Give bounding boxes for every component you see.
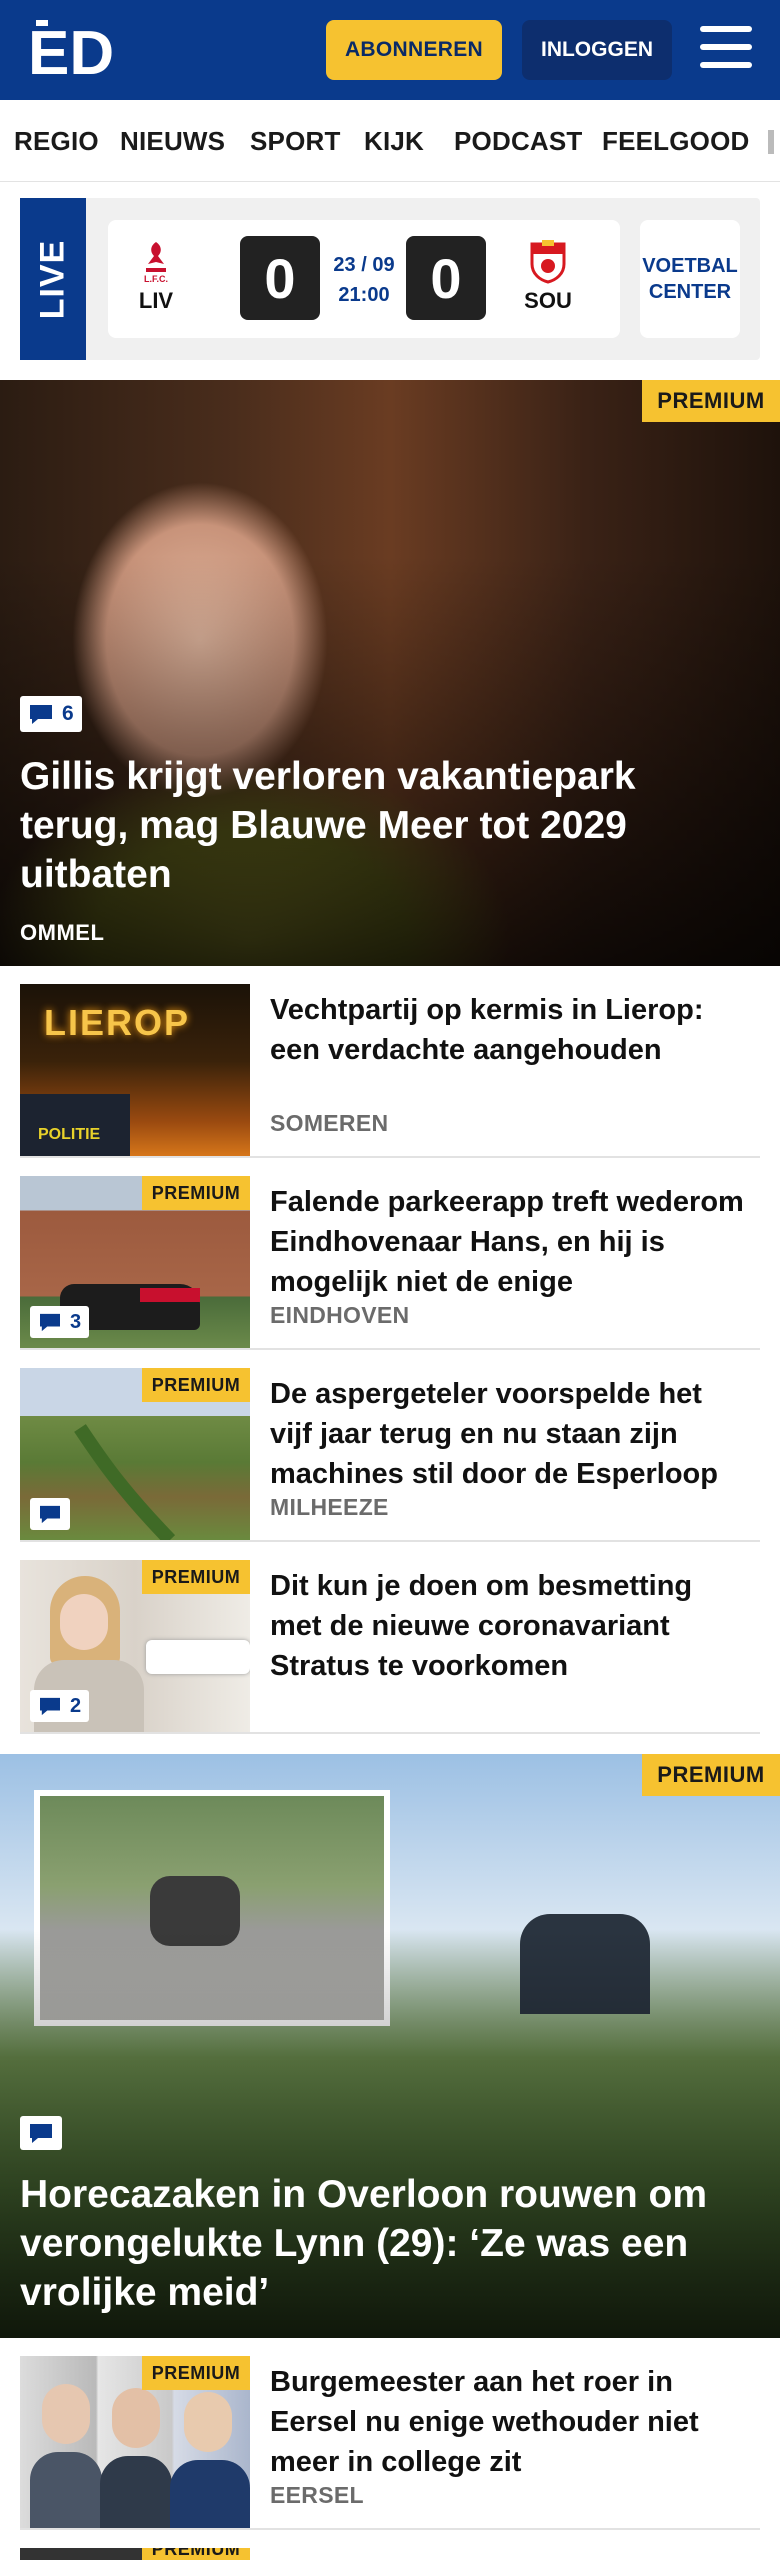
home-score: 0 bbox=[240, 236, 320, 320]
hero-article-gillis[interactable]: PREMIUM 6 Gillis krijgt verloren vakanti… bbox=[0, 380, 780, 966]
comment-icon bbox=[30, 705, 52, 724]
article-kicker: EINDHOVEN bbox=[270, 1302, 410, 1328]
match-time: 21:00 bbox=[338, 284, 390, 306]
nav-item-podcast[interactable]: PODCAST bbox=[454, 126, 583, 157]
article-kicker: MILHEEZE bbox=[270, 1494, 389, 1520]
lierop-sign: LIEROP bbox=[44, 1002, 191, 1043]
login-button[interactable]: INLOGGEN bbox=[522, 20, 672, 80]
article-thumbnail: PREMIUM 2 bbox=[20, 1560, 250, 1732]
hero-article-overloon[interactable]: PREMIUM Horecazaken in Overloon rouwen o… bbox=[0, 1754, 780, 2338]
liverpool-crest-icon: L.F.C. bbox=[134, 238, 178, 284]
article-list-item[interactable]: PREMIUM De aspergeteler voorspelde het v… bbox=[20, 1368, 760, 1542]
article-thumbnail: PREMIUM bbox=[20, 2356, 250, 2528]
svg-text:ED: ED bbox=[28, 20, 114, 80]
article-kicker: EERSEL bbox=[270, 2482, 364, 2508]
article-thumbnail: PREMIUM bbox=[20, 2548, 250, 2560]
live-score-widget: LIVE L.F.C. LIV 0 23 / 09 21:00 0 SOU VO… bbox=[20, 198, 760, 360]
premium-badge: PREMIUM bbox=[142, 1560, 250, 1594]
voetbal-center-button[interactable]: VOETBAL CENTER bbox=[640, 220, 740, 338]
comment-count-badge[interactable]: 3 bbox=[30, 1306, 90, 1338]
comment-icon bbox=[40, 1505, 60, 1524]
article-title[interactable]: Falende parkeerapp treft wederom Eindhov… bbox=[270, 1182, 750, 1302]
section-nav: REGIO NIEUWS SPORT KIJK PODCAST FEELGOOD bbox=[0, 100, 780, 182]
comment-icon bbox=[40, 1313, 60, 1332]
comment-icon bbox=[40, 1697, 60, 1716]
comment-count-badge[interactable]: 6 bbox=[20, 696, 82, 732]
article-title[interactable]: Vechtpartij op kermis in Lierop: een ver… bbox=[270, 990, 750, 1070]
comment-count-badge[interactable] bbox=[30, 1498, 70, 1530]
match-card[interactable]: L.F.C. LIV 0 23 / 09 21:00 0 SOU bbox=[108, 220, 620, 338]
nav-item-sport[interactable]: SPORT bbox=[250, 126, 341, 157]
away-team: SOU bbox=[518, 238, 578, 314]
nav-overflow-indicator bbox=[768, 130, 774, 154]
article-title[interactable]: Burgemeester aan het roer in Eersel nu e… bbox=[270, 2362, 750, 2482]
police-vest-text: POLITIE bbox=[38, 1126, 101, 1143]
home-team: L.F.C. LIV bbox=[126, 238, 186, 314]
home-team-code: LIV bbox=[138, 288, 174, 313]
comment-count-badge[interactable] bbox=[20, 2116, 62, 2150]
premium-badge: PREMIUM bbox=[642, 380, 780, 422]
hero-title[interactable]: Gillis krijgt verloren vakantiepark teru… bbox=[20, 752, 740, 899]
live-tab[interactable]: LIVE bbox=[20, 198, 86, 360]
article-list-item[interactable]: PREMIUM Burgemeester aan het roer in Eer… bbox=[20, 2356, 760, 2530]
match-datetime: 23 / 09 21:00 bbox=[332, 250, 396, 310]
top-header: ED ABONNEREN INLOGGEN bbox=[0, 0, 780, 100]
svg-text:L.F.C.: L.F.C. bbox=[144, 274, 168, 284]
hamburger-menu-icon[interactable] bbox=[700, 26, 752, 72]
ed-logo[interactable]: ED bbox=[28, 19, 118, 88]
premium-badge: PREMIUM bbox=[142, 2356, 250, 2390]
away-score: 0 bbox=[406, 236, 486, 320]
article-thumbnail: PREMIUM bbox=[20, 1368, 250, 1540]
nav-item-kijk[interactable]: KIJK bbox=[364, 126, 424, 157]
nav-item-nieuws[interactable]: NIEUWS bbox=[120, 126, 225, 157]
article-list-item[interactable]: PREMIUM 3 Falende parkeerapp treft weder… bbox=[20, 1176, 760, 1350]
southampton-crest-icon bbox=[526, 238, 570, 284]
article-title[interactable]: Dit kun je doen om besmetting met de nie… bbox=[270, 1566, 750, 1686]
hero-kicker: OMMEL bbox=[20, 920, 105, 945]
away-team-code: SOU bbox=[524, 288, 572, 313]
article-thumbnail: PREMIUM 3 bbox=[20, 1176, 250, 1348]
hero-title[interactable]: Horecazaken in Overloon rouwen om verong… bbox=[20, 2170, 740, 2317]
article-list-item[interactable]: PREMIUM 2 Dit kun je doen om besmetting … bbox=[20, 1560, 760, 1734]
subscribe-button[interactable]: ABONNEREN bbox=[326, 20, 502, 80]
premium-badge: PREMIUM bbox=[142, 1368, 250, 1402]
premium-badge: PREMIUM bbox=[642, 1754, 780, 1796]
premium-badge: PREMIUM bbox=[142, 1176, 250, 1210]
article-title[interactable]: De aspergeteler voorspelde het vijf jaar… bbox=[270, 1374, 750, 1494]
article-kicker: SOMEREN bbox=[270, 1110, 389, 1136]
nav-item-feelgood[interactable]: FEELGOOD bbox=[602, 126, 750, 157]
article-thumbnail: LIEROP POLITIE bbox=[20, 984, 250, 1156]
article-list-item[interactable]: PREMIUM bbox=[20, 2548, 760, 2560]
match-date: 23 / 09 bbox=[333, 254, 395, 276]
ed-logo-icon: ED bbox=[28, 19, 114, 88]
nav-item-regio[interactable]: REGIO bbox=[14, 126, 99, 157]
comment-count-badge[interactable]: 2 bbox=[30, 1690, 90, 1722]
article-list-item[interactable]: LIEROP POLITIE Vechtpartij op kermis in … bbox=[20, 984, 760, 1158]
comment-icon bbox=[30, 2124, 52, 2143]
premium-badge: PREMIUM bbox=[142, 2548, 250, 2560]
